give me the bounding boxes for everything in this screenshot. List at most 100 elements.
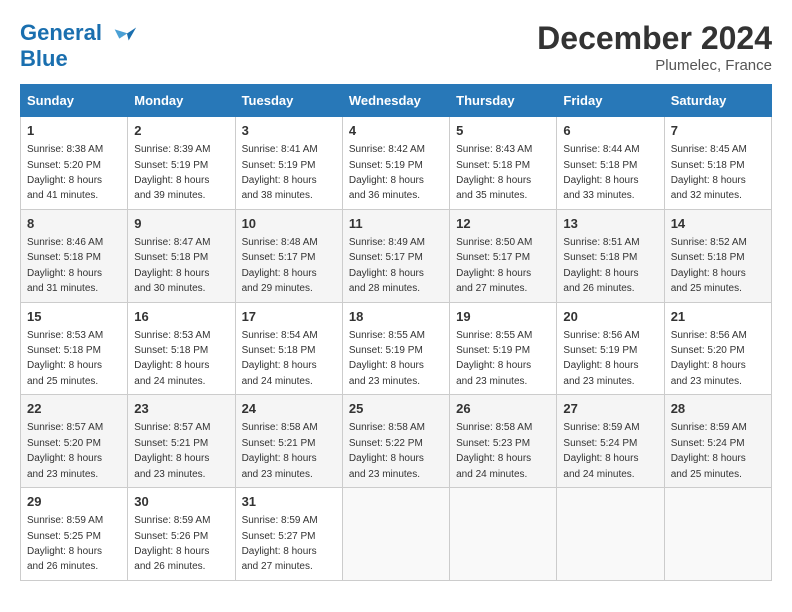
calendar-cell: 16 Sunrise: 8:53 AMSunset: 5:18 PMDaylig… bbox=[128, 302, 235, 395]
day-info: Sunrise: 8:54 AMSunset: 5:18 PMDaylight:… bbox=[242, 330, 318, 387]
week-row-5: 29 Sunrise: 8:59 AMSunset: 5:25 PMDaylig… bbox=[21, 488, 772, 581]
calendar-cell: 15 Sunrise: 8:53 AMSunset: 5:18 PMDaylig… bbox=[21, 302, 128, 395]
day-info: Sunrise: 8:45 AMSunset: 5:18 PMDaylight:… bbox=[671, 144, 747, 201]
calendar-cell: 24 Sunrise: 8:58 AMSunset: 5:21 PMDaylig… bbox=[235, 395, 342, 488]
calendar-cell: 3 Sunrise: 8:41 AMSunset: 5:19 PMDayligh… bbox=[235, 117, 342, 210]
calendar-header-row: SundayMondayTuesdayWednesdayThursdayFrid… bbox=[21, 85, 772, 117]
day-number: 17 bbox=[242, 308, 336, 326]
day-info: Sunrise: 8:51 AMSunset: 5:18 PMDaylight:… bbox=[563, 237, 639, 294]
day-number: 6 bbox=[563, 122, 657, 140]
day-number: 4 bbox=[349, 122, 443, 140]
day-number: 14 bbox=[671, 215, 765, 233]
day-info: Sunrise: 8:55 AMSunset: 5:19 PMDaylight:… bbox=[456, 330, 532, 387]
day-info: Sunrise: 8:52 AMSunset: 5:18 PMDaylight:… bbox=[671, 237, 747, 294]
day-number: 11 bbox=[349, 215, 443, 233]
calendar-cell: 4 Sunrise: 8:42 AMSunset: 5:19 PMDayligh… bbox=[342, 117, 449, 210]
day-number: 25 bbox=[349, 400, 443, 418]
calendar-cell: 22 Sunrise: 8:57 AMSunset: 5:20 PMDaylig… bbox=[21, 395, 128, 488]
calendar-cell: 8 Sunrise: 8:46 AMSunset: 5:18 PMDayligh… bbox=[21, 209, 128, 302]
day-info: Sunrise: 8:59 AMSunset: 5:25 PMDaylight:… bbox=[27, 515, 103, 572]
day-number: 31 bbox=[242, 493, 336, 511]
calendar-cell: 17 Sunrise: 8:54 AMSunset: 5:18 PMDaylig… bbox=[235, 302, 342, 395]
day-number: 7 bbox=[671, 122, 765, 140]
day-info: Sunrise: 8:46 AMSunset: 5:18 PMDaylight:… bbox=[27, 237, 103, 294]
calendar-cell: 5 Sunrise: 8:43 AMSunset: 5:18 PMDayligh… bbox=[450, 117, 557, 210]
day-info: Sunrise: 8:53 AMSunset: 5:18 PMDaylight:… bbox=[27, 330, 103, 387]
day-number: 26 bbox=[456, 400, 550, 418]
day-info: Sunrise: 8:58 AMSunset: 5:21 PMDaylight:… bbox=[242, 422, 318, 479]
calendar-cell: 2 Sunrise: 8:39 AMSunset: 5:19 PMDayligh… bbox=[128, 117, 235, 210]
week-row-3: 15 Sunrise: 8:53 AMSunset: 5:18 PMDaylig… bbox=[21, 302, 772, 395]
day-number: 8 bbox=[27, 215, 121, 233]
day-number: 23 bbox=[134, 400, 228, 418]
logo: General Blue bbox=[20, 20, 138, 70]
day-info: Sunrise: 8:59 AMSunset: 5:27 PMDaylight:… bbox=[242, 515, 318, 572]
calendar-cell: 9 Sunrise: 8:47 AMSunset: 5:18 PMDayligh… bbox=[128, 209, 235, 302]
day-info: Sunrise: 8:58 AMSunset: 5:23 PMDaylight:… bbox=[456, 422, 532, 479]
day-number: 15 bbox=[27, 308, 121, 326]
day-info: Sunrise: 8:49 AMSunset: 5:17 PMDaylight:… bbox=[349, 237, 425, 294]
week-row-2: 8 Sunrise: 8:46 AMSunset: 5:18 PMDayligh… bbox=[21, 209, 772, 302]
column-header-friday: Friday bbox=[557, 85, 664, 117]
day-number: 18 bbox=[349, 308, 443, 326]
logo-bird-icon bbox=[110, 20, 138, 48]
logo-blue: Blue bbox=[20, 48, 138, 70]
day-info: Sunrise: 8:39 AMSunset: 5:19 PMDaylight:… bbox=[134, 144, 210, 201]
day-info: Sunrise: 8:59 AMSunset: 5:24 PMDaylight:… bbox=[563, 422, 639, 479]
calendar-cell: 18 Sunrise: 8:55 AMSunset: 5:19 PMDaylig… bbox=[342, 302, 449, 395]
calendar-cell: 28 Sunrise: 8:59 AMSunset: 5:24 PMDaylig… bbox=[664, 395, 771, 488]
day-info: Sunrise: 8:43 AMSunset: 5:18 PMDaylight:… bbox=[456, 144, 532, 201]
location: Plumelec, France bbox=[537, 57, 772, 74]
title-block: December 2024 Plumelec, France bbox=[537, 20, 772, 74]
logo-general: General bbox=[20, 20, 102, 45]
column-header-thursday: Thursday bbox=[450, 85, 557, 117]
day-number: 12 bbox=[456, 215, 550, 233]
day-number: 16 bbox=[134, 308, 228, 326]
day-number: 9 bbox=[134, 215, 228, 233]
month-title: December 2024 bbox=[537, 20, 772, 57]
page-header: General Blue December 2024 Plumelec, Fra… bbox=[20, 20, 772, 74]
day-number: 3 bbox=[242, 122, 336, 140]
day-number: 29 bbox=[27, 493, 121, 511]
calendar-cell: 14 Sunrise: 8:52 AMSunset: 5:18 PMDaylig… bbox=[664, 209, 771, 302]
day-info: Sunrise: 8:59 AMSunset: 5:26 PMDaylight:… bbox=[134, 515, 210, 572]
day-number: 30 bbox=[134, 493, 228, 511]
column-header-wednesday: Wednesday bbox=[342, 85, 449, 117]
column-header-monday: Monday bbox=[128, 85, 235, 117]
day-info: Sunrise: 8:48 AMSunset: 5:17 PMDaylight:… bbox=[242, 237, 318, 294]
day-number: 5 bbox=[456, 122, 550, 140]
day-info: Sunrise: 8:59 AMSunset: 5:24 PMDaylight:… bbox=[671, 422, 747, 479]
day-number: 27 bbox=[563, 400, 657, 418]
calendar-cell bbox=[557, 488, 664, 581]
day-number: 24 bbox=[242, 400, 336, 418]
calendar-cell: 23 Sunrise: 8:57 AMSunset: 5:21 PMDaylig… bbox=[128, 395, 235, 488]
calendar-cell: 7 Sunrise: 8:45 AMSunset: 5:18 PMDayligh… bbox=[664, 117, 771, 210]
day-info: Sunrise: 8:56 AMSunset: 5:20 PMDaylight:… bbox=[671, 330, 747, 387]
calendar-cell: 13 Sunrise: 8:51 AMSunset: 5:18 PMDaylig… bbox=[557, 209, 664, 302]
day-number: 22 bbox=[27, 400, 121, 418]
calendar-cell: 11 Sunrise: 8:49 AMSunset: 5:17 PMDaylig… bbox=[342, 209, 449, 302]
day-info: Sunrise: 8:57 AMSunset: 5:20 PMDaylight:… bbox=[27, 422, 103, 479]
calendar-cell: 12 Sunrise: 8:50 AMSunset: 5:17 PMDaylig… bbox=[450, 209, 557, 302]
calendar-cell bbox=[450, 488, 557, 581]
calendar-cell: 30 Sunrise: 8:59 AMSunset: 5:26 PMDaylig… bbox=[128, 488, 235, 581]
day-info: Sunrise: 8:53 AMSunset: 5:18 PMDaylight:… bbox=[134, 330, 210, 387]
calendar-cell bbox=[664, 488, 771, 581]
day-info: Sunrise: 8:38 AMSunset: 5:20 PMDaylight:… bbox=[27, 144, 103, 201]
calendar-cell: 27 Sunrise: 8:59 AMSunset: 5:24 PMDaylig… bbox=[557, 395, 664, 488]
column-header-tuesday: Tuesday bbox=[235, 85, 342, 117]
day-info: Sunrise: 8:58 AMSunset: 5:22 PMDaylight:… bbox=[349, 422, 425, 479]
day-info: Sunrise: 8:44 AMSunset: 5:18 PMDaylight:… bbox=[563, 144, 639, 201]
day-number: 21 bbox=[671, 308, 765, 326]
day-number: 2 bbox=[134, 122, 228, 140]
day-number: 13 bbox=[563, 215, 657, 233]
day-info: Sunrise: 8:41 AMSunset: 5:19 PMDaylight:… bbox=[242, 144, 318, 201]
calendar-cell: 21 Sunrise: 8:56 AMSunset: 5:20 PMDaylig… bbox=[664, 302, 771, 395]
calendar-cell: 6 Sunrise: 8:44 AMSunset: 5:18 PMDayligh… bbox=[557, 117, 664, 210]
day-number: 1 bbox=[27, 122, 121, 140]
calendar-cell: 20 Sunrise: 8:56 AMSunset: 5:19 PMDaylig… bbox=[557, 302, 664, 395]
day-info: Sunrise: 8:55 AMSunset: 5:19 PMDaylight:… bbox=[349, 330, 425, 387]
column-header-sunday: Sunday bbox=[21, 85, 128, 117]
day-number: 28 bbox=[671, 400, 765, 418]
calendar-cell: 26 Sunrise: 8:58 AMSunset: 5:23 PMDaylig… bbox=[450, 395, 557, 488]
